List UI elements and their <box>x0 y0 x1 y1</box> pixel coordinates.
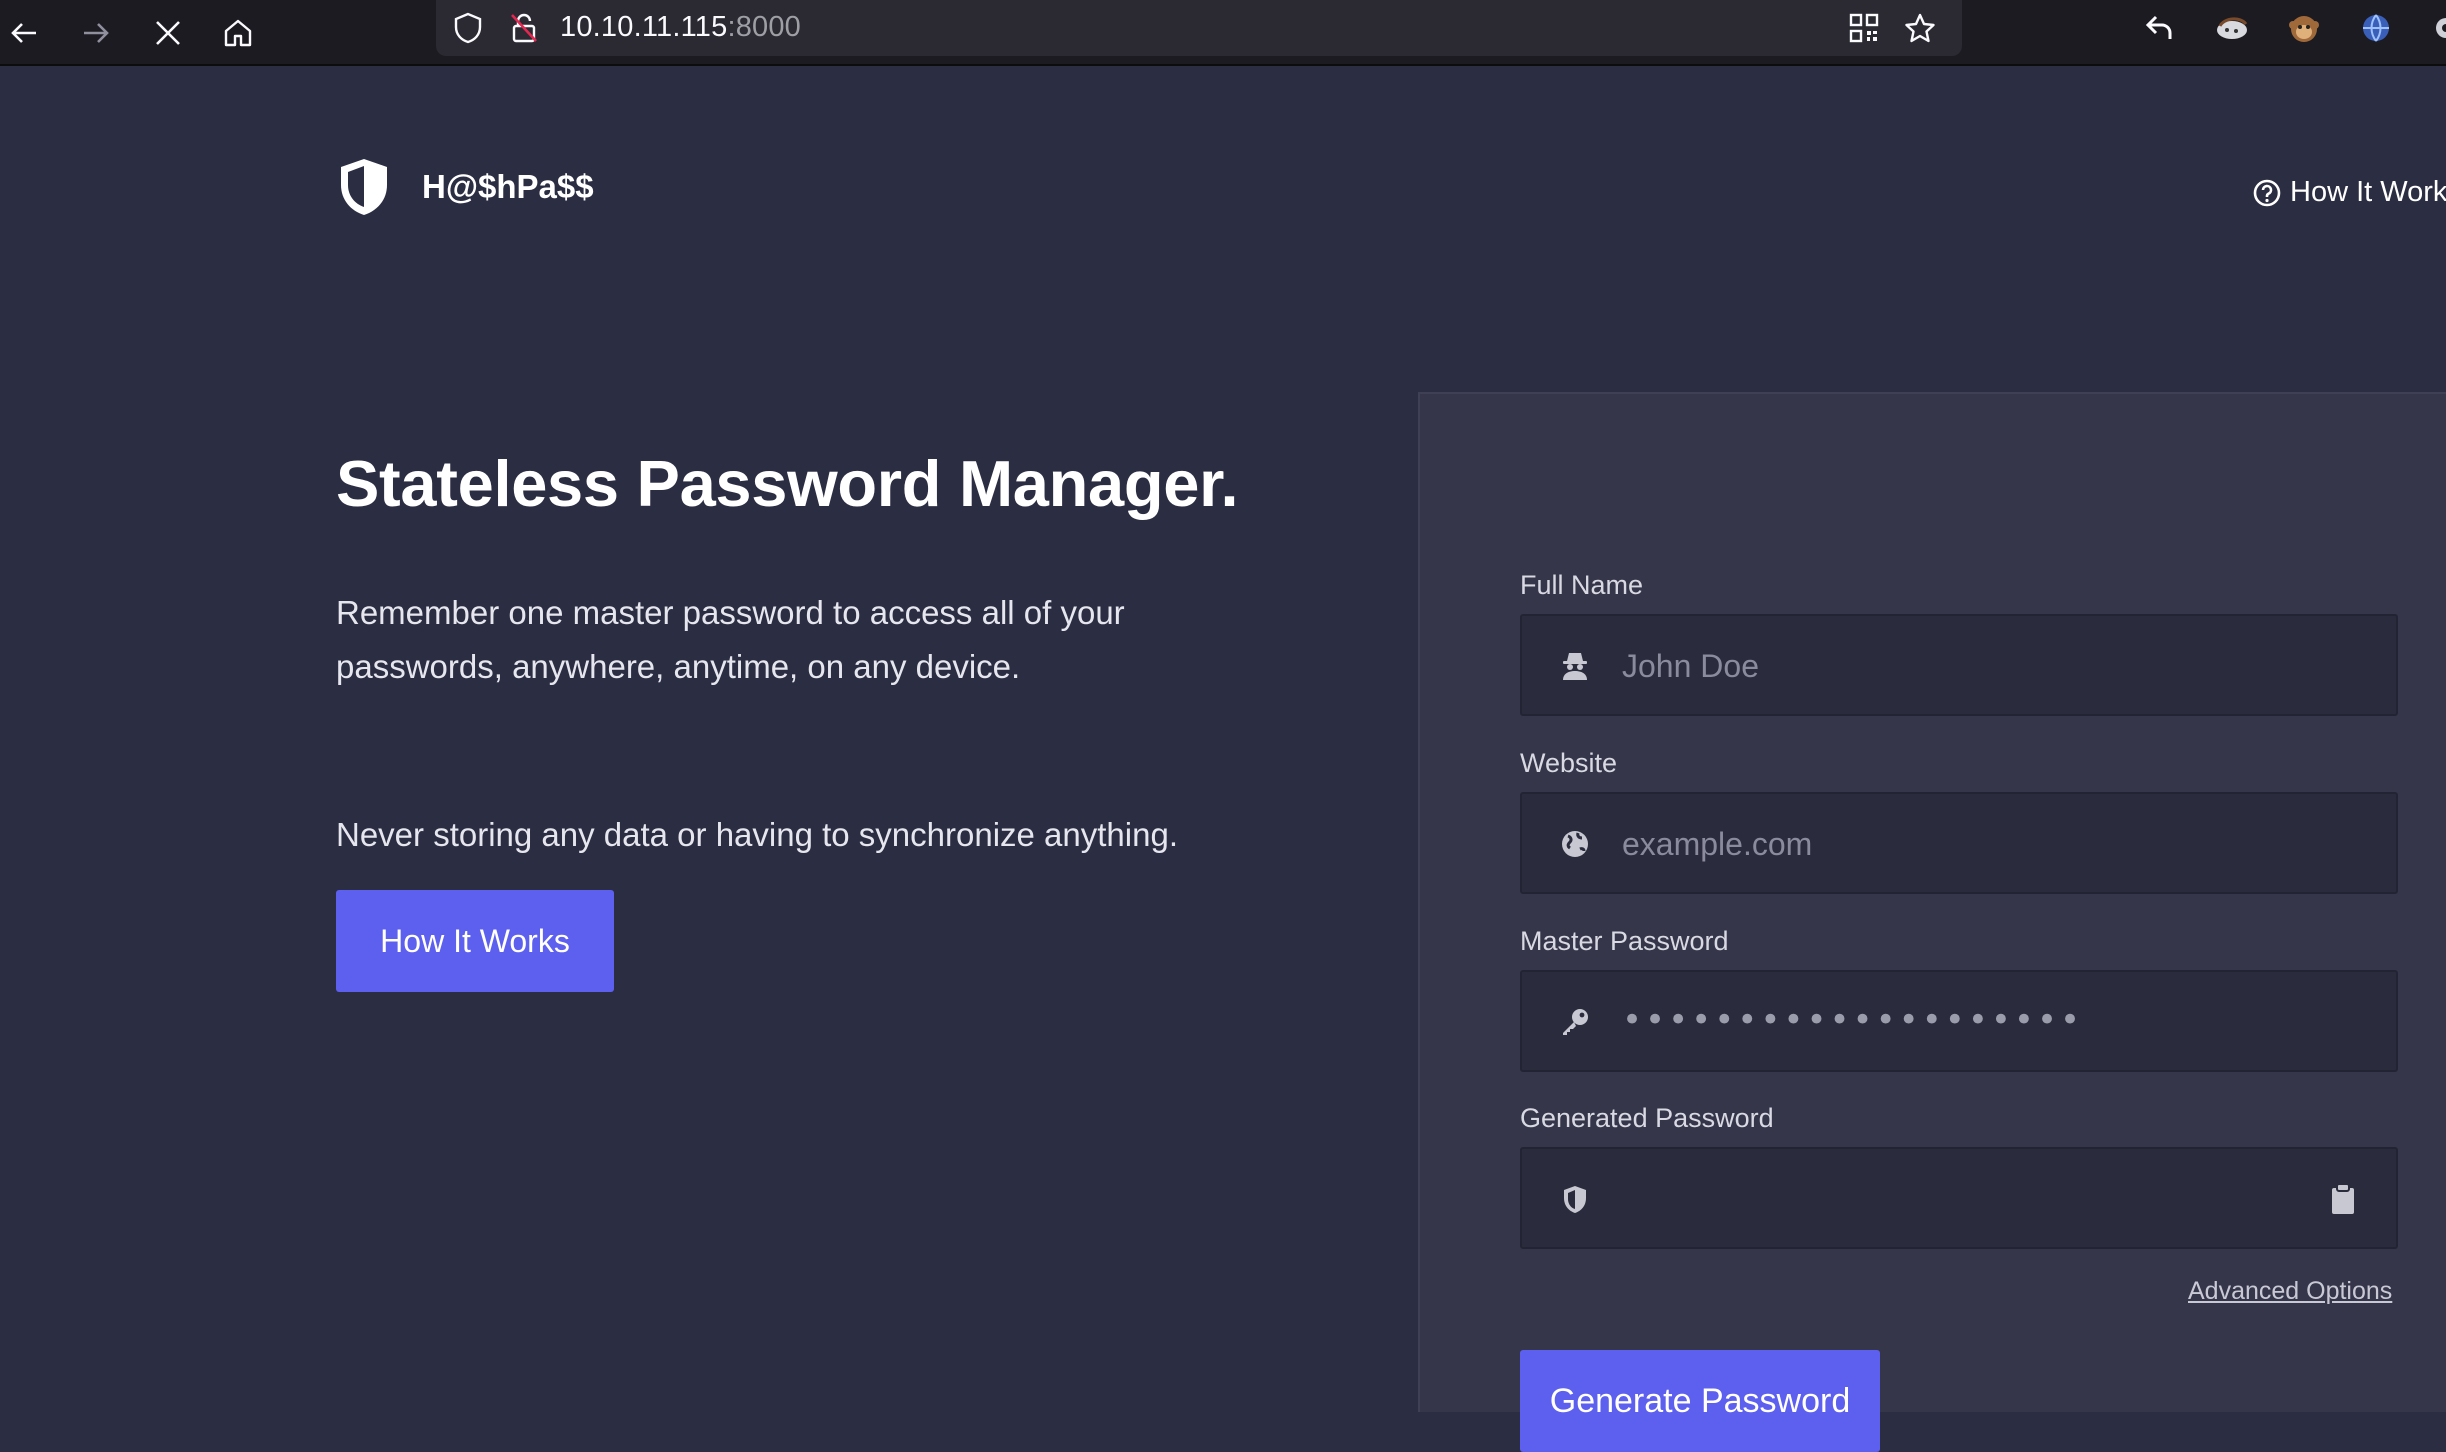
home-icon[interactable] <box>210 5 266 61</box>
shield-logo-icon <box>341 159 387 215</box>
url-bar[interactable]: 10.10.11.115:8000 <box>436 0 1962 56</box>
insecure-lock-icon[interactable] <box>506 10 542 46</box>
generated-password-field[interactable] <box>1520 1147 2398 1249</box>
globe-icon <box>1558 827 1592 861</box>
extension-cookie-icon[interactable] <box>2212 8 2252 48</box>
clipboard-icon[interactable] <box>2326 1182 2360 1216</box>
qr-code-icon[interactable] <box>1846 10 1882 46</box>
key-icon <box>1558 1005 1592 1039</box>
logo[interactable]: H@$hPa$$ <box>336 156 594 218</box>
undo-icon[interactable] <box>2140 8 2180 48</box>
website-label: Website <box>1520 748 1618 778</box>
advanced-options-link[interactable]: Advanced Options <box>2188 1277 2392 1306</box>
url-host: 10.10.11.115 <box>560 11 728 43</box>
url-port: :8000 <box>727 11 802 43</box>
user-secret-icon <box>1558 649 1592 683</box>
master-password-input[interactable]: •••••••••••••••••••• <box>1622 1000 2083 1040</box>
hero-title: Stateless Password Manager. <box>336 447 1239 520</box>
shield-icon[interactable] <box>450 10 486 46</box>
back-arrow-icon[interactable] <box>0 5 52 61</box>
nav-how-it-works-label: How It Works <box>2290 176 2446 208</box>
forward-arrow-icon[interactable] <box>68 5 124 61</box>
shield-half-icon <box>1558 1182 1592 1216</box>
logo-text: H@$hPa$$ <box>422 168 594 205</box>
stop-icon[interactable] <box>140 5 196 61</box>
extension-gear-icon[interactable] <box>2426 8 2446 48</box>
full-name-input[interactable] <box>1622 640 2342 692</box>
master-password-label: Master Password <box>1520 926 1729 956</box>
generated-password-label: Generated Password <box>1520 1103 1774 1133</box>
hero-description-secondary: Never storing any data or having to sync… <box>336 816 1178 853</box>
nav-how-it-works-link[interactable]: How It Works <box>2252 176 2446 209</box>
extension-monkey-icon[interactable] <box>2284 8 2324 48</box>
website-input[interactable] <box>1622 818 2342 870</box>
website-field[interactable] <box>1520 792 2398 894</box>
question-circle-icon <box>2253 179 2281 206</box>
url-text: 10.10.11.115:8000 <box>560 11 801 44</box>
master-password-field[interactable]: •••••••••••••••••••• <box>1520 970 2398 1072</box>
how-it-works-button[interactable]: How It Works <box>336 890 614 992</box>
full-name-label: Full Name <box>1520 570 1644 600</box>
browser-toolbar: 10.10.11.115:8000 <box>0 0 2446 66</box>
extension-globe-icon[interactable] <box>2356 8 2396 48</box>
generate-password-button[interactable]: Generate Password <box>1520 1350 1880 1452</box>
star-icon[interactable] <box>1902 10 1938 46</box>
page: H@$hPa$$ How It Works Stateless Password… <box>0 66 2446 1452</box>
hero-description: Remember one master password to access a… <box>336 594 1125 685</box>
password-form-panel: Full Name Website Master Password ••••••… <box>1418 392 2446 1452</box>
full-name-field[interactable] <box>1520 614 2398 716</box>
